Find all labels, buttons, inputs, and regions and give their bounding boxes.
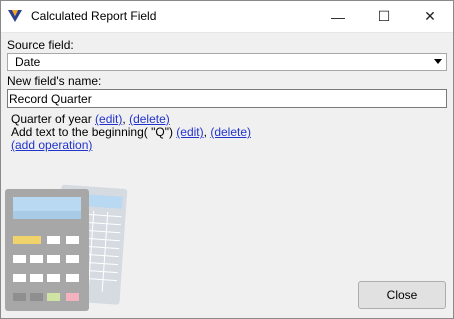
close-window-button[interactable]: ✕ [407,1,453,32]
app-icon [8,10,22,22]
title-bar: Calculated Report Field — ☐ ✕ [1,1,453,33]
separator: , [122,112,126,126]
separator: , [203,125,207,139]
minimize-icon: — [331,8,345,25]
window-title: Calculated Report Field [31,9,157,23]
new-field-name-label: New field's name: [7,74,102,88]
add-operation-row: (add operation) [11,138,92,152]
close-button[interactable]: Close [358,281,446,309]
add-operation-link[interactable]: (add operation) [11,138,92,152]
source-field-value: Date [15,55,41,69]
edit-link[interactable]: (edit) [176,125,203,139]
source-field-select[interactable]: Date [7,53,447,71]
new-field-name-value: Record Quarter [9,92,92,106]
operation-text: Quarter of year [11,112,92,126]
new-field-name-input[interactable]: Record Quarter [7,89,447,108]
operation-text: Add text to the beginning( "Q") [11,125,173,139]
delete-link[interactable]: (delete) [210,125,251,139]
operation-item: Add text to the beginning( "Q") (edit), … [11,125,251,139]
chevron-down-icon[interactable] [434,59,442,64]
edit-link[interactable]: (edit) [95,112,122,126]
minimize-button[interactable]: — [315,1,361,32]
maximize-button[interactable]: ☐ [361,1,407,32]
close-button-label: Close [386,288,418,302]
source-field-label: Source field: [7,38,74,52]
delete-link[interactable]: (delete) [129,112,170,126]
dialog-window: Calculated Report Field — ☐ ✕ Source fie… [0,0,454,319]
close-icon: ✕ [424,8,436,24]
calculator-spreadsheet-illustration [5,184,128,311]
maximize-icon: ☐ [377,8,391,24]
operation-item: Quarter of year (edit), (delete) [11,112,170,126]
